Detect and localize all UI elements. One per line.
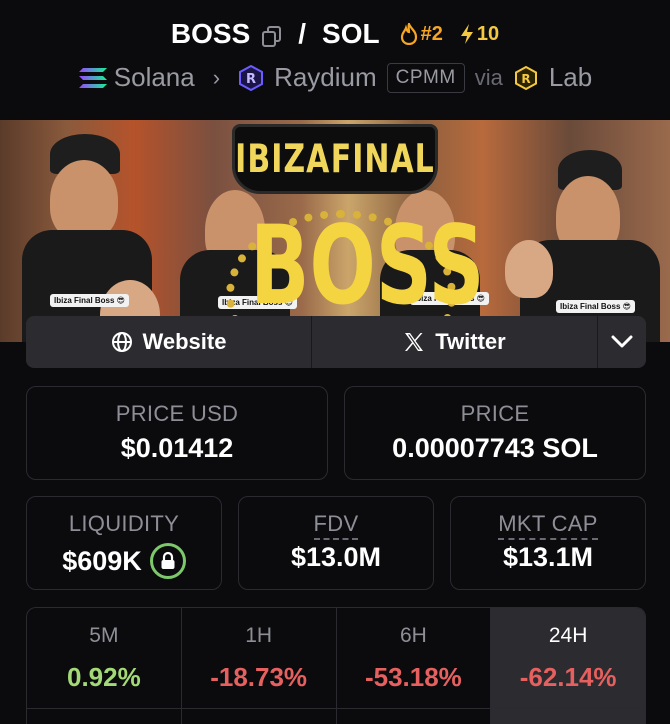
tab-5m[interactable]: 5M 0.92% xyxy=(27,608,182,724)
change-value: -18.73% xyxy=(210,662,308,692)
divider xyxy=(26,708,646,709)
trending-rank[interactable]: #2 xyxy=(400,23,443,46)
period-label: 24H xyxy=(548,624,588,647)
price-usd-value: $0.01412 xyxy=(120,433,234,463)
globe-icon xyxy=(111,332,132,352)
launchpad-name[interactable]: Lab xyxy=(549,62,592,93)
tab-1h[interactable]: 1H -18.73% xyxy=(182,608,337,724)
period-label: 5M xyxy=(89,624,119,647)
solana-icon xyxy=(78,65,107,91)
via-label: via xyxy=(474,64,503,90)
period-label: 1H xyxy=(245,624,273,647)
flame-icon xyxy=(400,23,417,45)
rank-value: #2 xyxy=(420,22,443,45)
chevron-right-icon: › xyxy=(212,64,221,90)
fdv-card: FDV $13.0M xyxy=(238,496,434,590)
boost-badge[interactable]: 10 xyxy=(459,23,499,46)
chain-name[interactable]: Solana xyxy=(114,62,195,93)
price-usd-card: PRICE USD $0.01412 xyxy=(26,386,328,480)
banner-big-text: BOSS xyxy=(250,203,485,330)
lock-icon[interactable] xyxy=(149,543,186,579)
svg-text:R: R xyxy=(521,72,530,86)
market-cap-card: MKT CAP $13.1M xyxy=(450,496,646,590)
tab-24h[interactable]: 24H -62.14% xyxy=(491,608,645,724)
pool-type-badge: CPMM xyxy=(386,62,465,93)
chevron-down-icon xyxy=(611,335,633,348)
liquidity-value: $609K xyxy=(62,545,142,576)
price-usd-label: PRICE USD xyxy=(115,401,239,426)
route-row: Solana › R Raydium CPMM via R Lab xyxy=(0,62,670,93)
raydium-icon: R xyxy=(238,64,264,91)
banner-glasses: IBIZA FINAL xyxy=(232,124,438,194)
pair-title: BOSS / SOL #2 10 xyxy=(0,18,670,50)
twitter-button[interactable]: Twitter xyxy=(312,316,598,368)
change-value: -53.18% xyxy=(364,662,462,692)
fdv-label[interactable]: FDV xyxy=(313,511,359,540)
website-button[interactable]: Website xyxy=(26,316,312,368)
pair-separator: / xyxy=(298,18,307,49)
token-banner-image: Ibiza Final Boss 😎 Ibiza Final Boss 😎 Ib… xyxy=(0,120,670,342)
twitter-label: Twitter xyxy=(435,329,506,354)
price-native-label: PRICE xyxy=(460,401,530,426)
more-links-button[interactable] xyxy=(598,316,646,368)
period-label: 6H xyxy=(399,624,427,647)
change-value: 0.92% xyxy=(67,662,141,692)
copy-icon[interactable] xyxy=(262,23,282,47)
lightning-icon xyxy=(460,24,473,44)
launchlab-icon: R xyxy=(513,65,539,91)
quote-symbol: SOL xyxy=(322,18,380,49)
market-cap-label[interactable]: MKT CAP xyxy=(498,511,598,540)
boost-value: 10 xyxy=(476,22,500,45)
price-change-tabs: 5M 0.92% 1H -18.73% 6H -53.18% 24H -62.1… xyxy=(26,607,646,724)
banner-caption: Ibiza Final Boss 😎 xyxy=(50,294,130,307)
price-native-card: PRICE 0.00007743 SOL xyxy=(344,386,646,480)
liquidity-label: LIQUIDITY xyxy=(68,511,180,536)
base-symbol: BOSS xyxy=(170,18,251,49)
svg-text:R: R xyxy=(246,72,256,87)
change-value: -62.14% xyxy=(519,662,617,692)
pair-header: BOSS / SOL #2 10 Solana › R Raydium CPMM… xyxy=(0,0,670,118)
price-native-value: 0.00007743 SOL xyxy=(392,433,598,463)
website-label: Website xyxy=(142,329,227,354)
links-bar: Website Twitter xyxy=(26,316,646,368)
liquidity-card: LIQUIDITY $609K xyxy=(26,496,222,590)
market-cap-value: $13.1M xyxy=(502,542,594,572)
x-logo-icon xyxy=(405,333,424,351)
dex-name[interactable]: Raydium xyxy=(274,62,377,93)
fdv-value: $13.0M xyxy=(290,542,382,572)
tab-6h[interactable]: 6H -53.18% xyxy=(337,608,492,724)
